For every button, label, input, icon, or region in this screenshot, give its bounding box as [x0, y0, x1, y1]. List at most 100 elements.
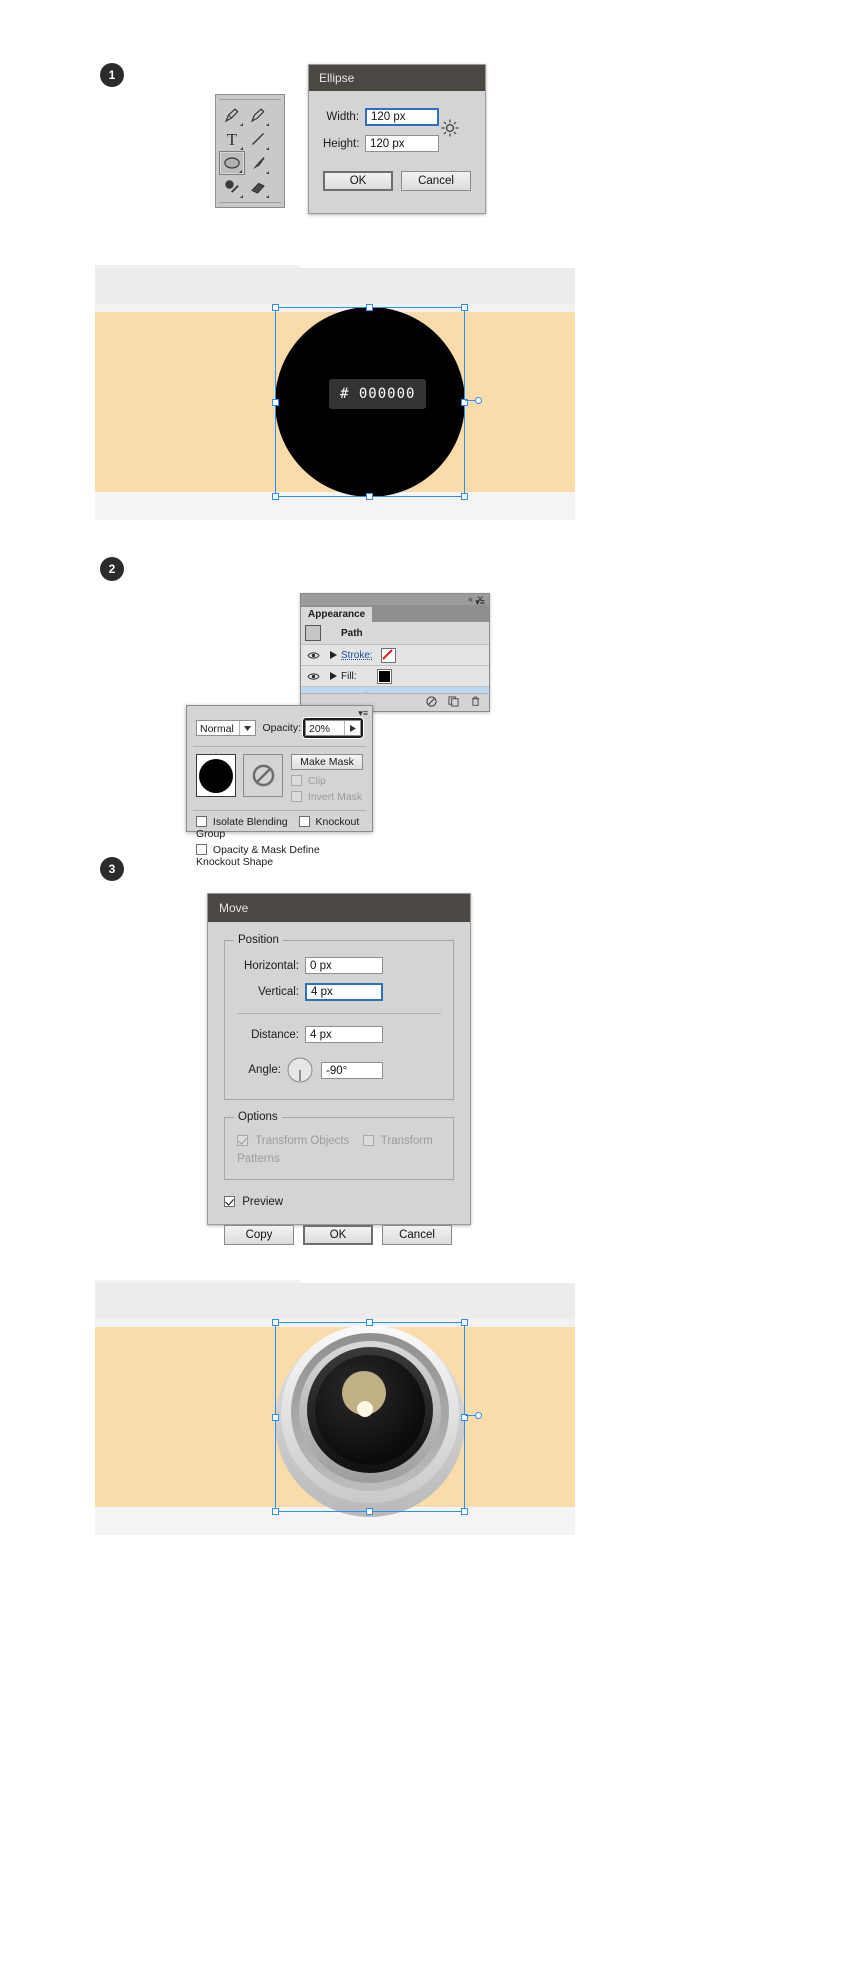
- preview-row[interactable]: Preview: [224, 1196, 454, 1208]
- opacity-stepper-icon[interactable]: [344, 721, 360, 735]
- selection-handle-bl[interactable]: [272, 1508, 279, 1515]
- vertical-row[interactable]: Vertical: 4 px: [237, 983, 441, 1001]
- ellipse-height-input[interactable]: 120 px: [365, 135, 439, 152]
- preview-checkbox[interactable]: [224, 1196, 235, 1207]
- selection-handle-tc[interactable]: [366, 1319, 373, 1326]
- blend-mode-select[interactable]: Normal: [196, 720, 257, 736]
- appearance-row-stroke[interactable]: Stroke:: [301, 645, 489, 666]
- selection-handle-bc[interactable]: [366, 1508, 373, 1515]
- selection-handle-tl[interactable]: [272, 1319, 279, 1326]
- duplicate-icon[interactable]: [448, 694, 459, 712]
- artboard-one: # 000000: [95, 240, 575, 520]
- distance-row[interactable]: Distance: 4 px: [237, 1026, 441, 1043]
- transparency-panel[interactable]: ▾≡ Normal Opacity: 20% Make Mask Clip In…: [186, 705, 373, 868]
- appearance-panel[interactable]: « ✕ Appearance ▾≡ Path Stroke: Fill:: [300, 593, 490, 712]
- move-cancel-button[interactable]: Cancel: [382, 1225, 452, 1245]
- move-ok-button[interactable]: OK: [303, 1225, 373, 1245]
- selection-handle-ml[interactable]: [272, 1414, 279, 1421]
- opacity-input[interactable]: 20%: [305, 720, 361, 736]
- pen-add-icon: [250, 108, 265, 123]
- make-mask-button[interactable]: Make Mask: [291, 754, 363, 770]
- panel-tab-strip[interactable]: Appearance ▾≡: [301, 597, 489, 622]
- tool-flyout-corner: [266, 123, 269, 126]
- selection-handle-bl[interactable]: [272, 493, 279, 500]
- path-thumbnail: [301, 625, 325, 641]
- artboard-header-strip: [95, 1283, 575, 1319]
- appearance-fill-label[interactable]: Fill:: [341, 671, 357, 682]
- horizontal-row[interactable]: Horizontal: 0 px: [237, 957, 441, 974]
- chevron-down-icon[interactable]: [239, 721, 255, 735]
- move-dialog[interactable]: Move Position Horizontal: 0 px Vertical:…: [207, 893, 471, 1245]
- isolate-blending-checkbox[interactable]: [196, 816, 207, 827]
- visibility-eye-icon[interactable]: [301, 672, 325, 681]
- black-circle-thumbnail[interactable]: [196, 754, 236, 797]
- appearance-stroke-label[interactable]: Stroke:: [341, 650, 373, 661]
- pen-tool[interactable]: [219, 103, 245, 127]
- eraser-tool[interactable]: [245, 175, 271, 199]
- blob-brush-tool[interactable]: [219, 175, 245, 199]
- selection-anchor-point[interactable]: [475, 1412, 482, 1419]
- stroke-none-swatch[interactable]: [380, 647, 396, 663]
- transform-objects-label: Transform Objects: [255, 1135, 350, 1147]
- vertical-input[interactable]: 4 px: [305, 983, 383, 1001]
- appearance-row-fill[interactable]: Fill:: [301, 666, 489, 687]
- line-segment-tool[interactable]: [245, 127, 271, 151]
- tools-panel[interactable]: T: [215, 94, 285, 208]
- artboard-header-strip: [95, 268, 575, 304]
- distance-input[interactable]: 4 px: [305, 1026, 383, 1043]
- panel-menu-icon[interactable]: ▾≡: [475, 597, 485, 608]
- toolbar-divider-bottom: [219, 202, 281, 203]
- knockout-shape-label: Opacity & Mask Define Knockout Shape: [196, 844, 320, 868]
- tool-grid[interactable]: T: [219, 103, 281, 199]
- opacity-field-highlight[interactable]: 20%: [303, 718, 363, 738]
- clip-checkbox: [291, 775, 302, 786]
- move-copy-button[interactable]: Copy: [224, 1225, 294, 1245]
- ellipse-icon: [224, 157, 240, 169]
- angle-input[interactable]: -90°: [321, 1061, 383, 1079]
- selection-handle-tc[interactable]: [366, 304, 373, 311]
- ellipse-width-input[interactable]: 120 px: [365, 108, 439, 126]
- selection-handle-tr[interactable]: [461, 304, 468, 311]
- selection-handle-ml[interactable]: [272, 399, 279, 406]
- appearance-path-label: Path: [341, 627, 363, 639]
- fill-black-swatch[interactable]: [376, 668, 392, 684]
- selection-handle-br[interactable]: [461, 1508, 468, 1515]
- tool-flyout-corner: [240, 147, 243, 150]
- ellipse-ok-button[interactable]: OK: [323, 171, 393, 191]
- toolbar-divider-top: [219, 99, 281, 100]
- paintbrush-icon: [253, 157, 265, 169]
- opacity-input-value: 20%: [309, 723, 331, 735]
- selection-handle-tr[interactable]: [461, 1319, 468, 1326]
- selection-anchor-point[interactable]: [475, 397, 482, 404]
- angle-dial-icon[interactable]: [287, 1057, 313, 1083]
- knockout-shape-checkbox[interactable]: [196, 844, 207, 855]
- selection-handle-bc[interactable]: [366, 493, 373, 500]
- panel-title-bar[interactable]: « ✕: [301, 594, 489, 605]
- tool-flyout-corner: [240, 195, 243, 198]
- knockout-group-checkbox[interactable]: [298, 816, 310, 827]
- no-effect-icon[interactable]: [426, 694, 437, 712]
- angle-row[interactable]: Angle: -90°: [237, 1057, 441, 1083]
- trash-icon[interactable]: [470, 694, 481, 712]
- type-tool[interactable]: T: [219, 127, 245, 151]
- collapse-icon[interactable]: «: [468, 594, 473, 605]
- knockout-shape-row[interactable]: Opacity & Mask Define Knockout Shape: [187, 840, 372, 868]
- line-icon: [252, 133, 264, 145]
- expand-triangle-icon[interactable]: [325, 672, 341, 680]
- horizontal-input[interactable]: 0 px: [305, 957, 383, 974]
- constrain-proportions-icon[interactable]: [440, 118, 460, 143]
- paintbrush-tool[interactable]: [245, 151, 271, 175]
- ellipse-tool[interactable]: [219, 151, 245, 175]
- tab-appearance[interactable]: Appearance: [301, 607, 373, 622]
- visibility-eye-icon[interactable]: [301, 651, 325, 660]
- ellipse-cancel-button[interactable]: Cancel: [401, 171, 471, 191]
- appearance-row-path[interactable]: Path: [301, 622, 489, 645]
- selection-handle-tl[interactable]: [272, 304, 279, 311]
- horizontal-label: Horizontal:: [244, 959, 299, 972]
- no-mask-icon[interactable]: [243, 754, 283, 797]
- isolate-blending-row[interactable]: Isolate Blending: [196, 816, 291, 828]
- expand-triangle-icon[interactable]: [325, 651, 341, 659]
- selection-handle-br[interactable]: [461, 493, 468, 500]
- panel-menu-icon[interactable]: ▾≡: [358, 708, 368, 719]
- add-anchor-point-tool[interactable]: [245, 103, 271, 127]
